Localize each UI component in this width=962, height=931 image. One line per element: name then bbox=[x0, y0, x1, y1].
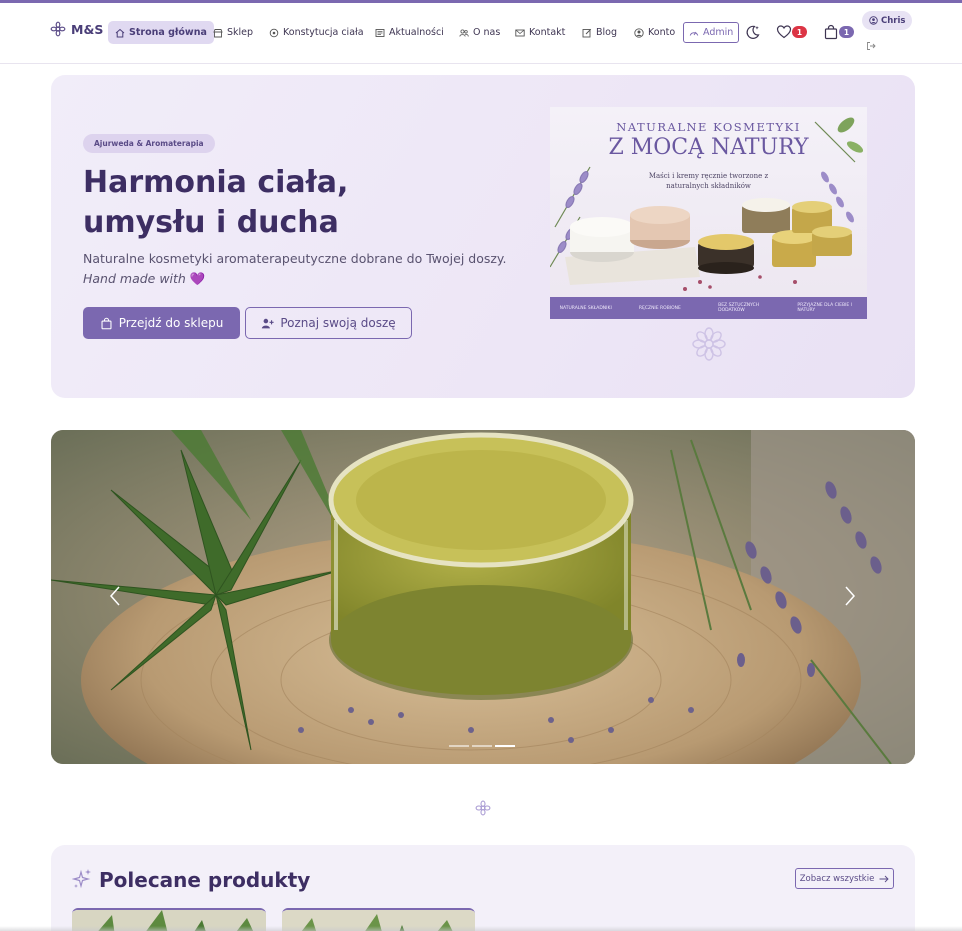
newspaper-icon bbox=[375, 28, 385, 37]
nav-body-constitution-label: Konstytucja ciała bbox=[283, 27, 364, 38]
sparkles-icon bbox=[72, 869, 91, 889]
nav-body-constitution[interactable]: Konstytucja ciała bbox=[269, 21, 364, 44]
hero-badge: Ajurweda & Aromaterapia bbox=[83, 134, 215, 153]
hero-section: Ajurweda & Aromaterapia Harmonia ciała, … bbox=[51, 75, 915, 398]
carousel-next-icon[interactable] bbox=[843, 584, 857, 608]
hero-title-line1: Harmonia ciała, bbox=[83, 165, 349, 200]
promo-feature: PRZYJAZNE DLA CIEBIE I NATURY bbox=[797, 303, 853, 313]
nav-about-label: O nas bbox=[473, 27, 501, 38]
hero-title: Harmonia ciała, umysłu i ducha bbox=[83, 163, 503, 243]
brand-logo[interactable]: M&S bbox=[50, 21, 103, 37]
hero-subtitle-emphasis: Hand made with bbox=[83, 271, 186, 286]
user-circle-icon bbox=[869, 16, 878, 25]
nav-contact-label: Kontakt bbox=[529, 27, 566, 38]
hero-promo-image: NATURALNE KOSMETYKI Z MOCĄ NATURY Maści … bbox=[550, 107, 867, 319]
featured-title: Polecane produkty bbox=[99, 868, 311, 892]
bottom-shadow bbox=[0, 926, 962, 931]
carousel-indicator[interactable] bbox=[449, 745, 469, 747]
carousel-indicator-active[interactable] bbox=[495, 745, 515, 747]
shopping-bag-icon[interactable] bbox=[823, 24, 839, 40]
user-plus-icon bbox=[262, 318, 274, 328]
hero-subtitle: Naturalne kosmetyki aromaterapeutyczne d… bbox=[83, 249, 533, 289]
promo-feature: BEZ SZTUCZNYCH DODATKÓW bbox=[718, 303, 760, 313]
nav-shop[interactable]: Sklep bbox=[213, 21, 253, 44]
store-icon bbox=[213, 28, 223, 37]
image-carousel[interactable] bbox=[51, 430, 915, 764]
pencil-square-icon bbox=[582, 28, 592, 37]
hemp-balm-photo bbox=[51, 430, 915, 764]
logout-icon[interactable] bbox=[866, 41, 876, 51]
hero-subtitle-text: Naturalne kosmetyki aromaterapeutyczne d… bbox=[83, 251, 507, 266]
user-name: Chris bbox=[881, 15, 906, 26]
promo-feature: NATURALNE SKŁADNIKI bbox=[559, 305, 612, 311]
promo-title: Z MOCĄ NATURY bbox=[608, 135, 809, 160]
go-to-shop-label: Przejdź do sklepu bbox=[118, 316, 224, 330]
see-all-button[interactable]: Zobacz wszystkie bbox=[795, 868, 894, 889]
nav-about[interactable]: O nas bbox=[459, 21, 500, 44]
carousel-indicators bbox=[449, 745, 515, 747]
home-icon bbox=[115, 28, 125, 37]
nav-home[interactable]: Strona główna bbox=[108, 21, 214, 44]
brand-name: M&S bbox=[71, 21, 104, 37]
cart-count-badge: 1 bbox=[839, 26, 854, 38]
carousel-indicator[interactable] bbox=[472, 745, 492, 747]
theme-toggle-icon[interactable] bbox=[745, 24, 761, 40]
shopping-bag-icon bbox=[101, 317, 112, 329]
nav-account-label: Konto bbox=[648, 27, 676, 38]
see-all-label: Zobacz wszystkie bbox=[799, 873, 875, 884]
nav-home-label: Strona główna bbox=[129, 27, 207, 38]
user-menu[interactable]: Chris bbox=[862, 11, 913, 30]
lotus-decoration-icon bbox=[692, 327, 726, 361]
nav-news[interactable]: Aktualności bbox=[375, 21, 444, 44]
nav-account[interactable]: Konto bbox=[634, 21, 675, 44]
discover-dosha-label: Poznaj swoją doszę bbox=[280, 316, 396, 330]
nav-news-label: Aktualności bbox=[389, 27, 444, 38]
promo-headline: NATURALNE KOSMETYKI bbox=[616, 120, 801, 134]
hero-title-line2: umysłu i ducha bbox=[83, 205, 339, 240]
featured-products-section: Polecane produkty Zobacz wszystkie bbox=[51, 845, 915, 931]
people-icon bbox=[459, 28, 469, 37]
purple-heart-icon: 💜 bbox=[189, 271, 206, 286]
promo-features-strip: NATURALNE SKŁADNIKI RĘCZNIE ROBIONE BEZ … bbox=[550, 297, 867, 319]
gauge-icon bbox=[689, 31, 699, 36]
admin-button[interactable]: Admin bbox=[683, 22, 740, 43]
carousel-prev-icon[interactable] bbox=[108, 584, 122, 608]
nav-shop-label: Sklep bbox=[227, 27, 254, 38]
navbar: M&S Strona główna Sklep Konstytucja ciał… bbox=[0, 3, 962, 64]
lotus-divider-icon bbox=[475, 800, 491, 816]
lotus-icon bbox=[50, 21, 66, 37]
promo-feature: RĘCZNIE ROBIONE bbox=[638, 305, 681, 311]
nav-contact[interactable]: Kontakt bbox=[515, 21, 565, 44]
promo-tagline: Maści i kremy ręcznie tworzone z natural… bbox=[648, 172, 769, 190]
arrow-right-icon bbox=[879, 875, 889, 882]
flower-icon bbox=[269, 28, 279, 37]
admin-label: Admin bbox=[703, 27, 734, 38]
wishlist-count-badge: 1 bbox=[792, 26, 807, 38]
envelope-icon bbox=[515, 29, 525, 36]
user-circle-icon bbox=[634, 27, 644, 38]
go-to-shop-button[interactable]: Przejdź do sklepu bbox=[83, 307, 240, 339]
nav-blog-label: Blog bbox=[596, 27, 617, 38]
heart-icon[interactable] bbox=[776, 24, 792, 40]
nav-blog[interactable]: Blog bbox=[582, 21, 617, 44]
discover-dosha-button[interactable]: Poznaj swoją doszę bbox=[245, 307, 412, 339]
